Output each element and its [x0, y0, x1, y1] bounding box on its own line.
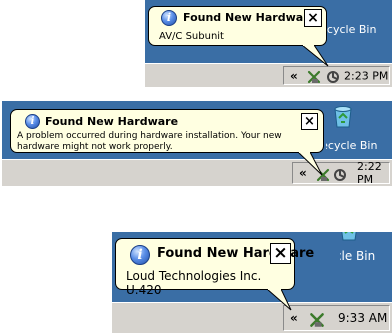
balloon-pointer	[297, 152, 323, 176]
notification-panel-1: Recycle Bin « 2:23 PM i Found New Hardwa…	[145, 0, 392, 87]
taskbar: « 9:33 AM	[112, 302, 392, 333]
balloon-pointer	[301, 45, 329, 67]
notification-panel-3: Recycle Bin « 9:33 AM i Found New Hardwa…	[112, 232, 392, 333]
clock[interactable]: 2:22 PM	[357, 160, 389, 186]
notification-panel-2: Recycle Bin « 2:22 PM i Found New Hardwa…	[2, 101, 392, 186]
close-icon[interactable]: ×	[270, 243, 291, 264]
clock[interactable]: 9:33 AM	[338, 311, 387, 325]
balloon-message: AV/C Subunit	[159, 31, 224, 42]
volume-icon[interactable]	[333, 168, 347, 182]
hardware-icon[interactable]	[306, 69, 322, 85]
clock[interactable]: 2:23 PM	[344, 69, 388, 82]
recycle-bin-icon[interactable]	[338, 232, 360, 242]
close-icon[interactable]: ×	[301, 113, 318, 130]
close-icon[interactable]: ×	[304, 9, 322, 27]
show-hidden-icons-button[interactable]: «	[290, 311, 298, 325]
balloon-title: Found New Hardware	[183, 11, 317, 24]
show-hidden-icons-button[interactable]: «	[290, 69, 298, 83]
balloon-title: Found New Hardware	[45, 115, 179, 128]
taskbar: « 2:23 PM	[145, 63, 392, 87]
volume-icon[interactable]	[326, 70, 340, 84]
taskbar: « 2:22 PM	[2, 159, 392, 186]
hardware-icon[interactable]	[308, 311, 326, 329]
notification-area: « 9:33 AM	[283, 305, 390, 331]
notification-balloon[interactable]: i Found New Hardware × AV/C Subunit	[148, 6, 327, 46]
info-icon: i	[130, 245, 150, 265]
balloon-pointer	[266, 289, 292, 311]
notification-area: « 2:23 PM	[283, 66, 390, 85]
balloon-message: A problem occurred during hardware insta…	[17, 131, 282, 152]
info-icon: i	[25, 114, 40, 129]
notification-balloon[interactable]: i Found New Hardware × Loud Technologies…	[115, 238, 314, 297]
info-icon: i	[161, 10, 177, 26]
notification-balloon[interactable]: i Found New Hardware × A problem occurre…	[10, 109, 324, 153]
recycle-bin-icon[interactable]	[330, 103, 356, 129]
